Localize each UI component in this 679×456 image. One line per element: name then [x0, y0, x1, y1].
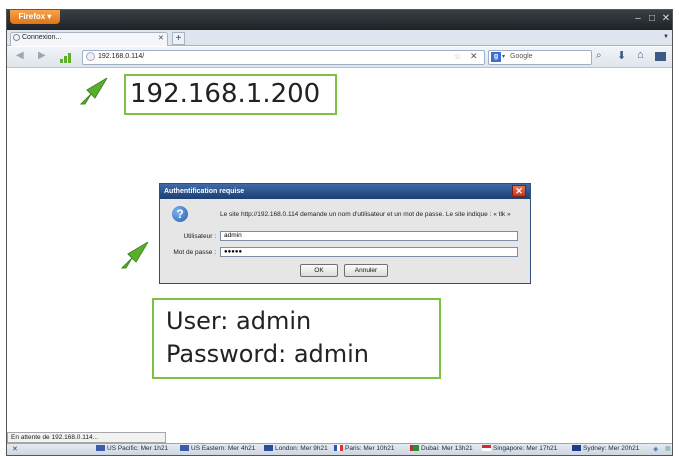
- arrow-pointer-icon: [79, 77, 108, 105]
- flag-icon: [96, 445, 105, 451]
- world-clock-paris[interactable]: Paris: Mer 10h21: [334, 445, 395, 452]
- close-icon[interactable]: ✕: [661, 14, 671, 24]
- new-tab-button[interactable]: +: [172, 32, 185, 45]
- flag-icon: [572, 445, 581, 451]
- credentials-password: Password: admin: [166, 340, 370, 368]
- tab-title: Connexion...: [22, 34, 62, 41]
- signal-icon: [60, 52, 74, 63]
- flag-icon: [180, 445, 189, 451]
- ok-button[interactable]: OK: [300, 264, 338, 277]
- firefox-menu-button[interactable]: Firefox ▾: [10, 10, 60, 24]
- dialog-message: Le site http://192.168.0.114 demande un …: [220, 211, 511, 218]
- dialog-title: Authentification requise: [160, 184, 530, 199]
- world-clock-sydney[interactable]: Sydney: Mer 20h21: [572, 445, 639, 452]
- credentials-callout: User: admin Password: admin: [152, 298, 441, 379]
- close-addon-bar-icon[interactable]: ✕: [12, 445, 18, 453]
- flag-icon: [264, 445, 273, 451]
- site-identity-icon[interactable]: [86, 52, 95, 61]
- stop-icon[interactable]: ✕: [470, 51, 478, 62]
- flag-icon: [482, 445, 491, 451]
- home-icon[interactable]: ⌂: [637, 49, 644, 61]
- google-icon[interactable]: g: [491, 52, 501, 62]
- addon-eye-icon[interactable]: ◈: [653, 445, 658, 453]
- world-clock-dubai[interactable]: Dubai: Mer 13h21: [410, 445, 473, 452]
- tab-close-icon[interactable]: ✕: [158, 34, 164, 42]
- password-field[interactable]: ●●●●●: [220, 247, 518, 257]
- minimize-icon[interactable]: ‒: [633, 14, 643, 24]
- title-bar: [7, 10, 672, 30]
- flag-icon: [410, 445, 419, 451]
- world-clock-singapore[interactable]: Singapore: Mer 17h21: [482, 445, 557, 452]
- world-clock-us-eastern[interactable]: US Eastern: Mer 4h21: [180, 445, 255, 452]
- username-label: Utilisateur :: [183, 233, 216, 240]
- bookmarks-menu-icon[interactable]: [655, 52, 666, 61]
- ip-address-callout: 192.168.1.200: [124, 74, 337, 115]
- back-icon[interactable]: ◀: [16, 50, 24, 61]
- arrow-pointer-icon: [120, 241, 149, 269]
- flag-icon: [334, 445, 343, 451]
- password-label: Mot de passe :: [173, 249, 216, 256]
- forward-icon[interactable]: ▶: [38, 50, 46, 61]
- search-engine-dropdown-icon[interactable]: ▾: [502, 53, 505, 60]
- credentials-user: User: admin: [166, 307, 312, 335]
- bookmark-star-icon[interactable]: ☆: [454, 52, 461, 61]
- loading-icon: [13, 34, 20, 41]
- url-text[interactable]: 192.168.0.114/: [98, 53, 144, 60]
- search-input[interactable]: Google: [510, 53, 533, 60]
- search-icon[interactable]: ⌕: [596, 50, 602, 61]
- world-clock-london[interactable]: London: Mer 9h21: [264, 445, 328, 452]
- download-icon[interactable]: ⬇: [617, 49, 626, 62]
- addon-icon[interactable]: ▦: [665, 445, 671, 452]
- world-clock-us-pacific[interactable]: US Pacific: Mer 1h21: [96, 445, 168, 452]
- cancel-button[interactable]: Annuler: [344, 264, 388, 277]
- maximize-icon[interactable]: □: [647, 14, 657, 24]
- tab-list-icon[interactable]: ▼: [663, 34, 669, 40]
- dialog-close-icon[interactable]: ✕: [512, 185, 526, 197]
- status-loading-text: En attente de 192.168.0.114...: [7, 432, 166, 443]
- question-icon: ?: [172, 206, 188, 222]
- username-field[interactable]: admin: [220, 231, 518, 241]
